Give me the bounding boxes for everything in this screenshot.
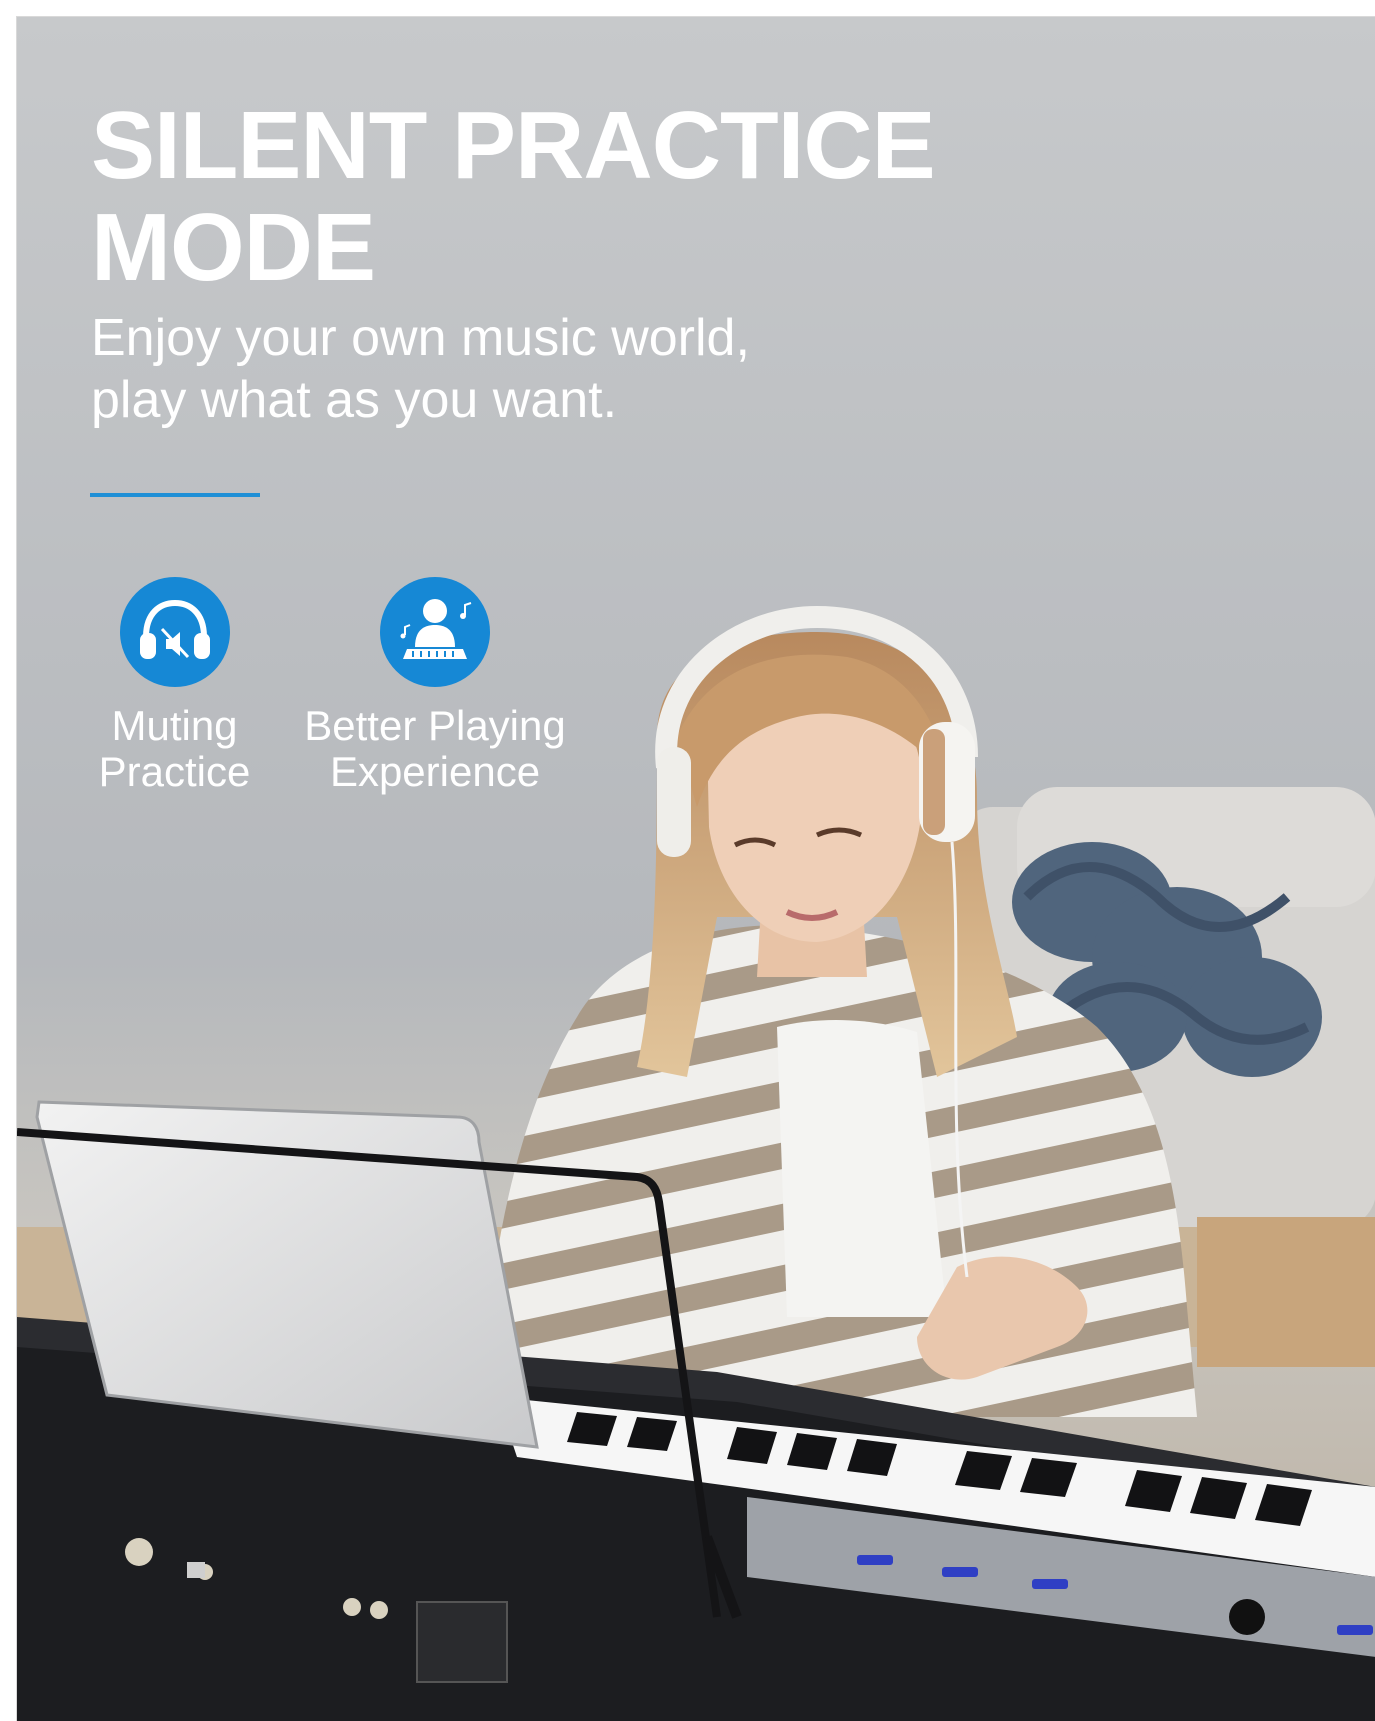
title-line-1: SILENT PRACTICE: [91, 92, 936, 199]
headphones-muted-icon: [119, 577, 230, 687]
subtitle: Enjoy your own music world, play what as…: [91, 307, 750, 431]
feature-label-line-2: Practice: [98, 748, 251, 795]
page-title: SILENT PRACTICE MODE: [91, 92, 936, 301]
product-banner: SILENT PRACTICE MODE Enjoy your own musi…: [16, 16, 1375, 1721]
feature-label-line-2: Experience: [329, 748, 541, 795]
feature-label-line-1: Muting: [111, 702, 238, 749]
accent-divider: [90, 493, 260, 497]
feature-label: Muting Practice: [87, 703, 262, 795]
person-playing-piano-icon: [380, 577, 490, 687]
subtitle-line-1: Enjoy your own music world,: [91, 309, 750, 367]
subtitle-line-2: play what as you want.: [91, 371, 618, 429]
feature-muting-practice: Muting Practice: [87, 577, 262, 795]
feature-label-line-1: Better Playing: [304, 702, 566, 749]
title-line-2: MODE: [91, 194, 376, 301]
feature-label: Better Playing Experience: [285, 703, 585, 795]
feature-better-playing: Better Playing Experience: [285, 577, 585, 795]
